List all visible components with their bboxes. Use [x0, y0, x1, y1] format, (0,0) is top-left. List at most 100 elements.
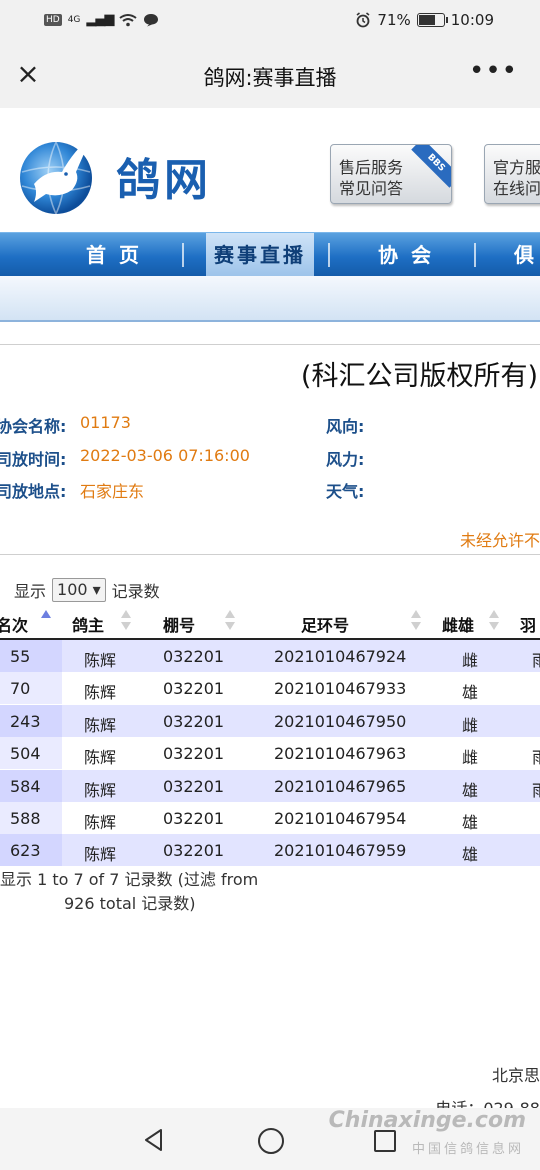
page-title: 鸽网:赛事直播 [203, 66, 337, 90]
network-type: 4G [67, 14, 81, 25]
table-info-line-1: 显示 1 to 7 of 7 记录数 (过滤 from [0, 870, 259, 889]
dove-globe-logo[interactable] [16, 132, 96, 216]
watermark-text: Chinaxinge.com [328, 1108, 526, 1133]
col-feather[interactable]: 羽 [520, 612, 536, 636]
site-logo-text[interactable]: 鸽网 [116, 144, 212, 208]
cell-feather: 雨 [532, 647, 540, 671]
cell-owner: 陈辉 [84, 845, 117, 865]
table-length-control: 显示 100 ▾ 记录数 [14, 578, 160, 602]
browser-title-bar: × 鸽网:赛事直播 ••• [0, 44, 540, 108]
release-time-label: 司放时间: [0, 450, 67, 469]
sort-asc-icon[interactable] [40, 610, 52, 634]
cell-rank: 55 [10, 647, 31, 666]
cell-owner: 陈辉 [84, 715, 117, 735]
official-service-button[interactable]: 官方服 在线问 [484, 144, 540, 204]
cell-loft: 032201 [163, 647, 225, 666]
cell-loft: 032201 [163, 679, 225, 699]
cell-ring: 2021010467954 [274, 809, 407, 828]
table-row[interactable]: 584 陈辉 032201 2021010467965 雄 雨 [0, 769, 540, 802]
table-row[interactable]: 70 陈辉 032201 2021010467933 雄 [0, 672, 540, 705]
site-header: 鸽网 售后服务 常见问答 BBS 官方服 在线问 [0, 108, 540, 232]
cell-ring: 2021010467933 [274, 679, 407, 699]
battery-percent: 71% [377, 11, 411, 29]
cell-ring: 2021010467965 [274, 776, 407, 796]
faq-label: 常见问答 [339, 179, 404, 198]
col-sex[interactable]: 雌雄 [442, 612, 474, 636]
cell-owner: 陈辉 [84, 748, 117, 768]
status-left: HD 4G ▂▄▆ [44, 12, 159, 27]
cell-rank: 623 [10, 841, 41, 861]
table-row[interactable]: 243 陈辉 032201 2021010467950 雌 [0, 704, 540, 737]
cell-owner: 陈辉 [84, 813, 117, 832]
cell-sex: 雄 [462, 780, 479, 800]
alarm-icon [356, 12, 370, 28]
cell-feather: 雨 [532, 777, 540, 801]
assoc-label: 协会名称: [0, 417, 67, 436]
cell-feather: 雨 [532, 744, 540, 768]
cell-loft: 032201 [163, 744, 225, 764]
table-row[interactable]: 504 陈辉 032201 2021010467963 雌 雨 [0, 737, 540, 770]
nav-home[interactable]: 首 页 [86, 233, 142, 277]
cell-ring: 2021010467963 [274, 744, 407, 764]
table-row[interactable]: 623 陈辉 032201 2021010467959 雄 [0, 834, 540, 867]
unauthorized-notice: 未经允许不 [459, 531, 540, 550]
table-row[interactable]: 55 陈辉 032201 2021010467924 雌 雨 [0, 640, 540, 672]
weather-label: 天气: [326, 482, 365, 501]
divider [0, 344, 540, 345]
nav-separator [328, 243, 330, 267]
cell-owner: 陈辉 [84, 683, 117, 703]
nav-association[interactable]: 协 会 [378, 233, 434, 277]
home-circle-icon[interactable] [258, 1128, 284, 1154]
clock: 10:09 [450, 11, 494, 29]
cell-rank: 504 [10, 744, 41, 764]
col-loft[interactable]: 棚号 [163, 612, 195, 636]
bbs-tag: BBS [411, 145, 451, 188]
divider [0, 554, 540, 555]
sort-icon[interactable] [120, 610, 132, 634]
col-ring[interactable]: 足环号 [301, 612, 349, 636]
page-length-select[interactable]: 100 ▾ [52, 578, 106, 602]
cell-sex: 雄 [462, 845, 479, 865]
recent-square-icon[interactable] [374, 1130, 396, 1152]
release-place-value: 石家庄东 [80, 482, 145, 501]
cell-owner: 陈辉 [84, 651, 117, 670]
release-place-label: 司放地点: [0, 482, 67, 501]
support-faq-button[interactable]: 售后服务 常见问答 BBS [330, 144, 452, 204]
release-time-value: 2022-03-06 07:16:00 [80, 446, 250, 465]
cell-rank: 588 [10, 809, 41, 828]
cell-sex: 雌 [462, 748, 479, 768]
nav-live-race[interactable]: 赛事直播 [206, 233, 314, 277]
col-owner[interactable]: 鸽主 [72, 612, 104, 636]
wind-direction-label: 风向: [326, 417, 365, 436]
cell-sex: 雄 [462, 813, 479, 832]
battery-icon [416, 13, 448, 27]
table-info: 显示 1 to 7 of 7 记录数 (过滤 from 926 total 记录… [0, 868, 280, 916]
nav-separator [182, 243, 184, 267]
nav-club[interactable]: 俱 [514, 233, 537, 277]
back-triangle-icon[interactable] [140, 1126, 168, 1154]
nav-separator [474, 243, 476, 267]
sort-icon[interactable] [488, 610, 500, 634]
signal-icon: ▂▄▆ [86, 12, 114, 27]
online-label: 在线问 [493, 179, 540, 198]
message-icon [144, 13, 159, 26]
hd-badge: HD [44, 13, 62, 26]
cell-sex: 雄 [462, 683, 479, 703]
sort-icon[interactable] [410, 610, 422, 634]
sub-nav-bar [0, 276, 540, 322]
cell-rank: 243 [10, 711, 41, 731]
table-info-line-2: 926 total 记录数) [64, 894, 196, 913]
sort-icon[interactable] [224, 610, 236, 634]
main-nav: 首 页 赛事直播 协 会 俱 [0, 232, 540, 277]
cell-loft: 032201 [163, 776, 225, 796]
cell-rank: 70 [10, 679, 31, 699]
cell-loft: 032201 [163, 711, 225, 731]
table-row[interactable]: 588 陈辉 032201 2021010467954 雄 [0, 802, 540, 834]
footer-company: 北京思 [491, 1066, 540, 1085]
cell-loft: 032201 [163, 809, 225, 828]
col-rank[interactable]: 名次 [0, 612, 28, 636]
cell-sex: 雌 [462, 651, 479, 670]
wifi-icon [119, 13, 138, 26]
table-header: 名次 鸽主 棚号 足环号 雌雄 羽 [0, 606, 540, 640]
more-icon[interactable]: ••• [469, 56, 518, 86]
